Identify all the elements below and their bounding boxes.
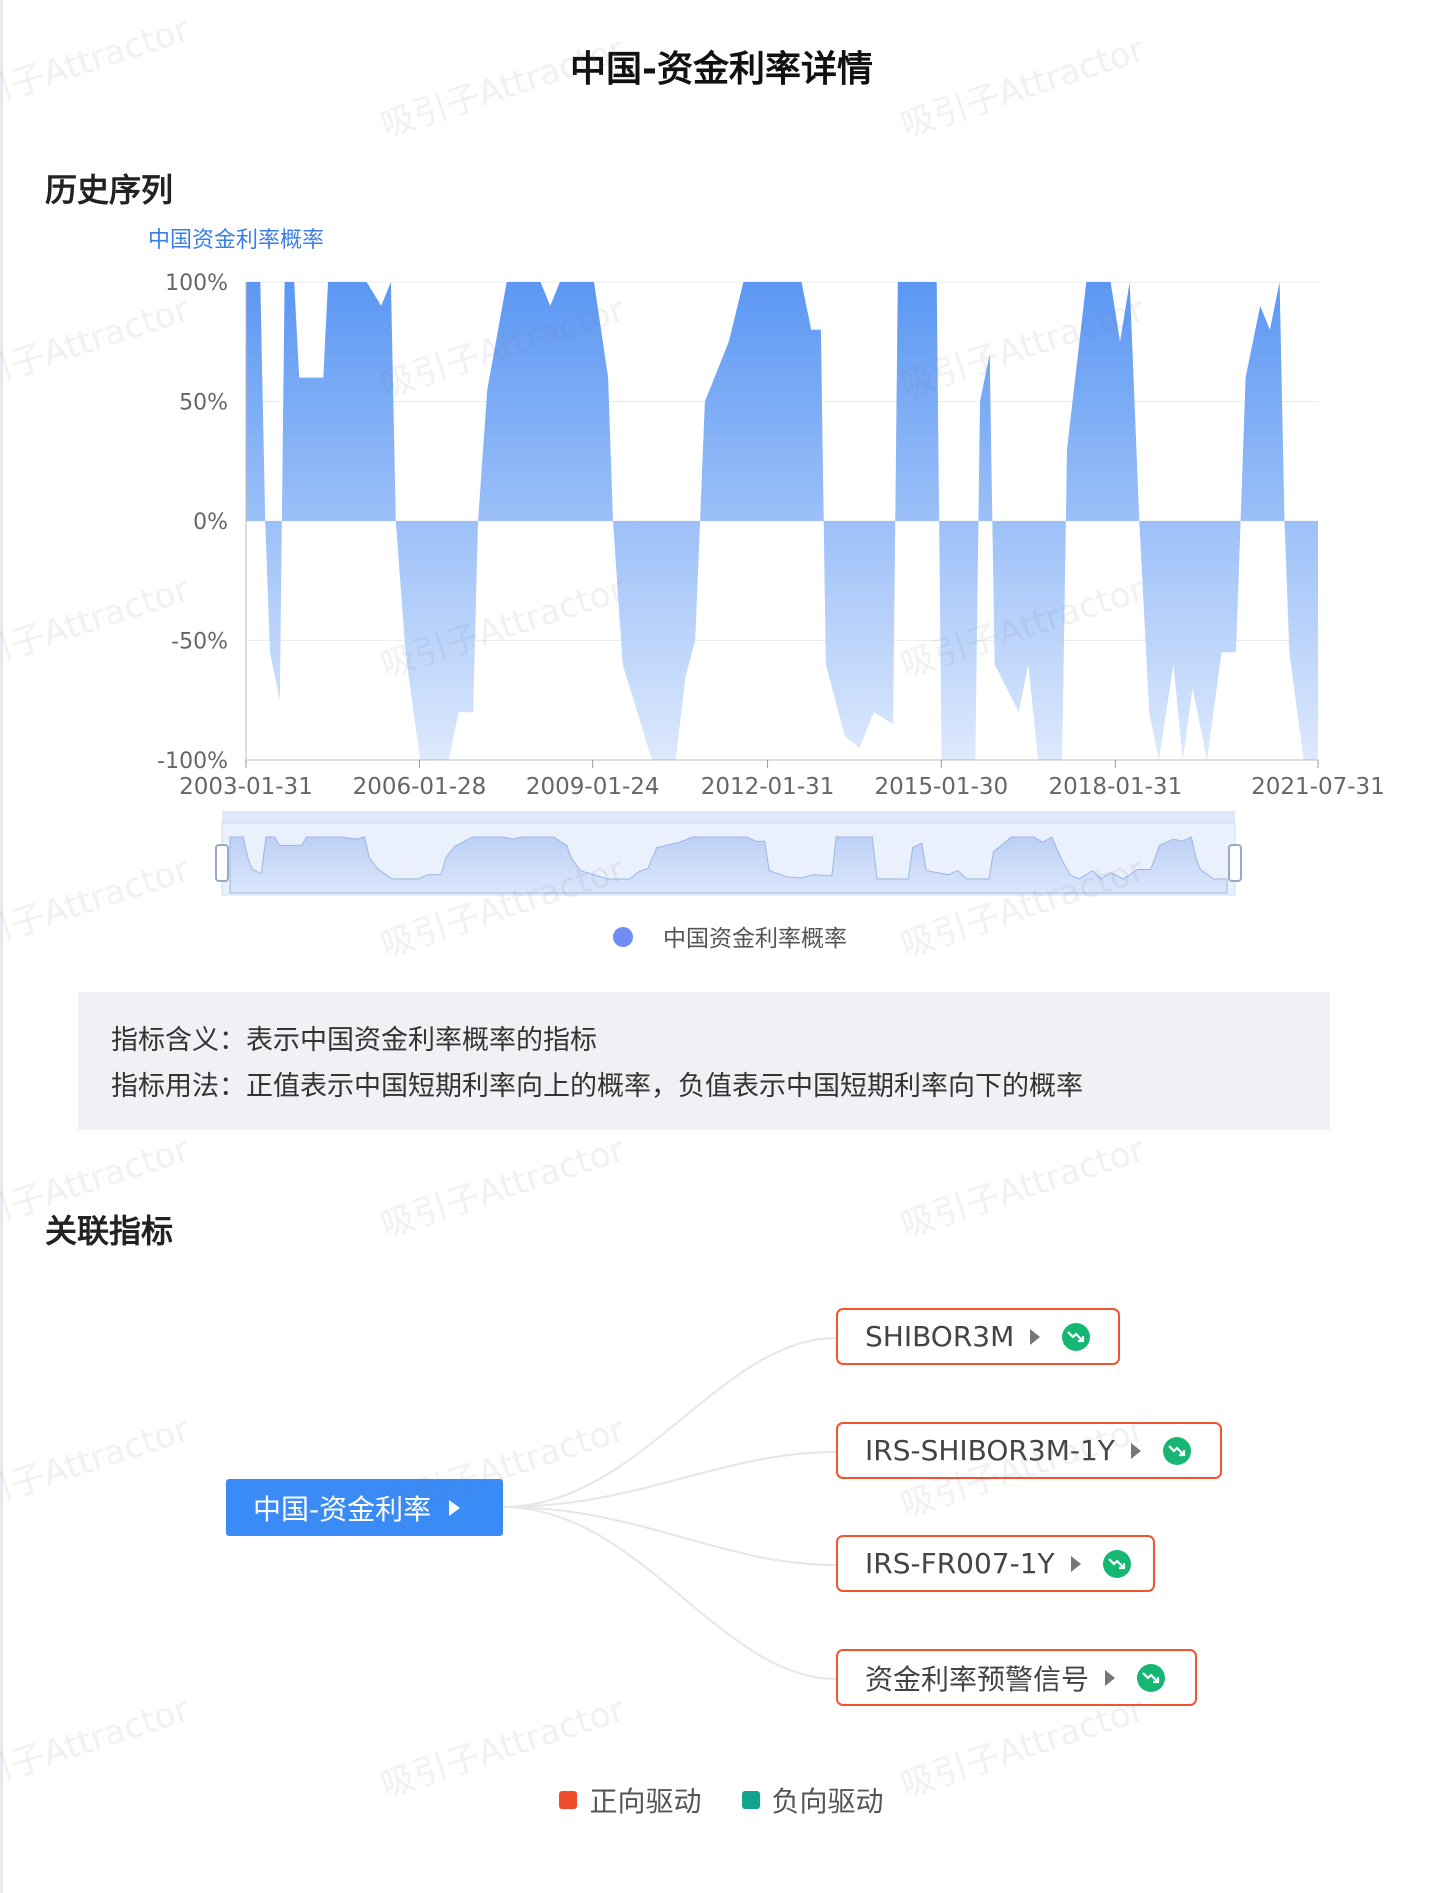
down-trend-icon	[1102, 1549, 1131, 1578]
root-node[interactable]: 中国-资金利率	[226, 1479, 503, 1536]
legend-label: 负向驱动	[771, 1785, 884, 1818]
y-tick-label: 50%	[179, 391, 228, 416]
child-node-shibor3m[interactable]: SHIBOR3M	[836, 1308, 1120, 1365]
zoom-handle-left[interactable]	[215, 844, 229, 882]
x-tick-label: 2006-01-28	[353, 774, 487, 800]
legend-label: 中国资金利率概率	[663, 926, 847, 952]
expand-arrow-icon[interactable]	[1130, 1442, 1141, 1459]
expand-arrow-icon[interactable]	[1030, 1328, 1041, 1345]
indicator-meaning: 指标含义：表示中国资金利率概率的指标	[111, 1025, 597, 1056]
legend-positive-drive[interactable]: 正向驱动	[559, 1780, 702, 1820]
legend-swatch	[559, 1791, 578, 1809]
x-tick-label: 2003-01-31	[179, 774, 313, 800]
history-section-title: 历史序列	[45, 171, 174, 209]
relation-legend: 正向驱动 负向驱动	[0, 1780, 1443, 1820]
legend-negative-drive[interactable]: 负向驱动	[741, 1780, 884, 1820]
child-node-label: 资金利率预警信号	[865, 1662, 1090, 1696]
legend-label: 正向驱动	[589, 1785, 702, 1818]
child-node-irs-fr007-1y[interactable]: IRS-FR007-1Y	[836, 1535, 1155, 1592]
legend-swatch	[741, 1791, 760, 1809]
indicator-info-box: 指标含义：表示中国资金利率概率的指标 指标用法：正值表示中国短期利率向上的概率，…	[78, 992, 1330, 1130]
x-tick-label: 2012-01-31	[701, 774, 835, 800]
x-tick-label: 2009-01-24	[526, 774, 660, 800]
child-node-label: SHIBOR3M	[865, 1320, 1015, 1353]
y-tick-label: -50%	[171, 630, 228, 655]
y-axis-name: 中国资金利率概率	[148, 228, 324, 253]
x-tick-label: 2018-01-31	[1049, 774, 1183, 800]
down-trend-icon	[1162, 1436, 1191, 1465]
y-tick-label: 0%	[193, 510, 228, 535]
expand-arrow-icon[interactable]	[1070, 1555, 1081, 1572]
child-node-label: IRS-FR007-1Y	[865, 1547, 1055, 1580]
page-title: 中国-资金利率详情	[570, 49, 873, 90]
expand-arrow-icon[interactable]	[449, 1499, 461, 1516]
zoom-slider-bar	[222, 811, 1235, 823]
series-area	[246, 282, 1318, 760]
down-trend-icon	[1137, 1663, 1166, 1692]
expand-arrow-icon[interactable]	[1105, 1669, 1116, 1686]
x-tick-label: 2021-07-31	[1251, 774, 1385, 800]
root-node-label: 中国-资金利率	[253, 1492, 432, 1526]
zoom-handle-right[interactable]	[1228, 844, 1242, 882]
related-section-title: 关联指标	[45, 1212, 174, 1250]
history-chart: 中国资金利率概率 100% 50% 0% -50% -100%2003-01-31 2006…	[148, 228, 1385, 952]
x-tick-label: 2015-01-30	[874, 774, 1008, 800]
down-trend-icon	[1062, 1322, 1091, 1351]
child-node-irs-shibor3m-1y[interactable]: IRS-SHIBOR3M-1Y	[836, 1422, 1222, 1479]
y-tick-label: -100%	[157, 749, 228, 774]
relation-links	[502, 1337, 837, 1680]
child-node-rate-warning-signal[interactable]: 资金利率预警信号	[836, 1649, 1197, 1706]
child-node-label: IRS-SHIBOR3M-1Y	[865, 1434, 1115, 1467]
indicator-usage: 指标用法：正值表示中国短期利率向上的概率，负值表示中国短期利率向下的概率	[111, 1071, 1083, 1102]
legend-dot	[613, 927, 633, 947]
y-tick-label: 100%	[165, 271, 228, 296]
